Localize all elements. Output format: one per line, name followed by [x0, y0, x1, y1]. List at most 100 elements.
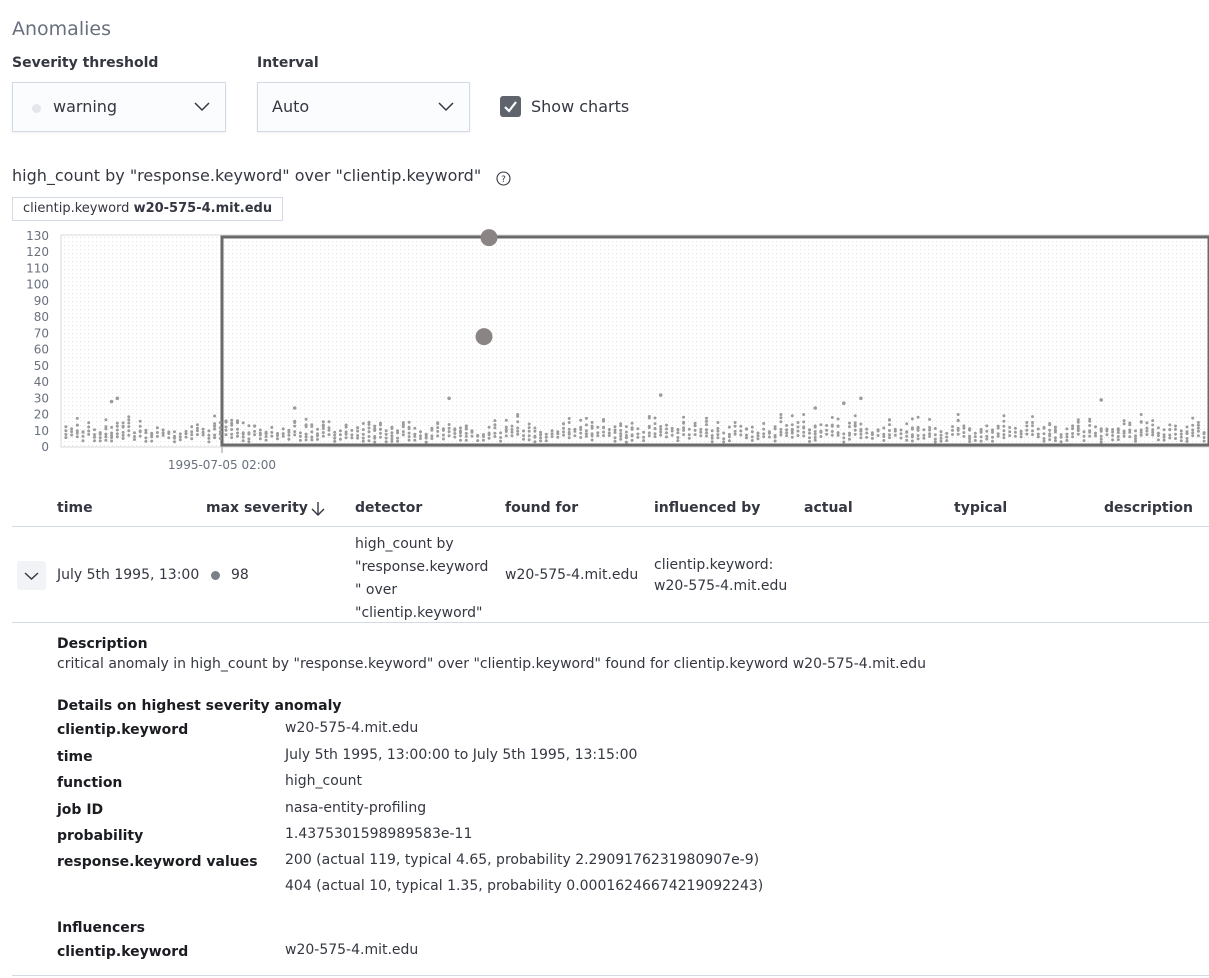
data-point: [785, 424, 789, 427]
show-charts-label[interactable]: Show charts: [531, 97, 629, 116]
data-point: [550, 429, 554, 433]
data-point: [1076, 418, 1080, 422]
data-point: [253, 433, 257, 437]
column-header-found-for[interactable]: found for: [505, 500, 578, 516]
data-point: [195, 433, 199, 437]
data-point: [665, 423, 668, 427]
data-point: [1048, 428, 1052, 432]
column-header-max-severity[interactable]: max severity: [206, 500, 308, 516]
data-point: [1134, 434, 1137, 438]
data-point: [1168, 436, 1172, 440]
data-point: [390, 431, 394, 435]
data-point: [813, 436, 817, 439]
data-point: [379, 431, 382, 435]
column-header-actual[interactable]: actual: [804, 500, 853, 516]
data-point: [1202, 436, 1206, 439]
data-point: [293, 433, 297, 437]
data-point: [413, 438, 417, 442]
data-point: [607, 434, 611, 437]
data-point: [619, 422, 623, 426]
data-point: [825, 428, 829, 432]
data-point: [533, 429, 537, 433]
column-header-influenced-by[interactable]: influenced by: [654, 500, 760, 516]
data-point: [207, 433, 211, 437]
data-point: [573, 434, 577, 438]
column-header-description[interactable]: description: [1104, 500, 1193, 516]
data-point: [1116, 435, 1120, 438]
data-point: [876, 428, 880, 432]
data-point: [207, 440, 211, 444]
data-point: [321, 420, 325, 424]
data-point: [705, 431, 708, 435]
outlier-point: [109, 399, 114, 404]
data-point: [762, 432, 766, 436]
data-point: [785, 428, 789, 432]
data-point: [562, 433, 565, 437]
data-point: [802, 434, 806, 438]
help-icon[interactable]: ?: [496, 171, 511, 186]
data-point: [762, 422, 766, 425]
data-point: [1105, 433, 1109, 437]
interval-select[interactable]: Auto: [257, 82, 470, 132]
data-point: [1002, 436, 1006, 440]
data-point: [93, 428, 96, 432]
data-point: [1151, 430, 1155, 434]
data-point: [459, 429, 462, 433]
data-point: [70, 433, 74, 437]
data-point: [436, 422, 440, 426]
data-point: [1065, 427, 1069, 431]
data-point: [338, 433, 342, 437]
data-point: [396, 429, 400, 433]
data-point: [916, 437, 920, 441]
data-point: [779, 413, 783, 416]
data-point: [1134, 429, 1137, 433]
column-header-detector[interactable]: detector: [355, 500, 422, 516]
column-header-time[interactable]: time: [57, 500, 93, 516]
data-point: [293, 430, 297, 434]
column-header-typical[interactable]: typical: [954, 500, 1007, 516]
data-point: [756, 434, 760, 438]
data-point: [905, 434, 909, 438]
outlier-point: [292, 406, 297, 410]
data-point: [870, 431, 874, 435]
chart-plot-area: [60, 234, 1209, 448]
data-point: [350, 436, 354, 440]
sort-down-icon[interactable]: [309, 500, 327, 518]
detail-key: clientip.keyword: [57, 722, 189, 738]
data-point: [808, 436, 811, 440]
data-point: [459, 426, 462, 430]
data-point: [533, 426, 537, 430]
data-point: [310, 423, 314, 427]
data-point: [653, 422, 657, 426]
data-point: [93, 433, 96, 437]
data-point: [699, 434, 703, 438]
data-point: [287, 428, 291, 432]
data-point: [1065, 435, 1069, 439]
data-point: [933, 427, 937, 430]
data-point: [1019, 435, 1023, 439]
data-point: [98, 436, 102, 440]
data-point: [1139, 413, 1143, 416]
data-point: [64, 436, 68, 440]
outlier-point: [447, 396, 451, 401]
expand-row-button[interactable]: [17, 561, 46, 590]
detail-value: 200 (actual 119, typical 4.65, probabili…: [285, 852, 760, 868]
data-point: [167, 430, 171, 434]
y-tick-label: 110: [26, 261, 49, 275]
data-point: [1025, 428, 1029, 432]
data-point: [1145, 426, 1149, 430]
table-header-divider: [12, 526, 1209, 527]
data-point: [1036, 435, 1040, 439]
data-point: [567, 430, 571, 434]
data-point: [991, 428, 994, 432]
data-point: [127, 425, 131, 429]
data-point: [699, 427, 703, 431]
data-point: [1042, 426, 1046, 430]
severity-threshold-select[interactable]: warning: [12, 82, 226, 132]
data-point: [996, 432, 1000, 436]
data-point: [985, 437, 989, 441]
show-charts-checkbox[interactable]: [500, 96, 521, 117]
data-point: [1116, 427, 1120, 431]
data-point: [419, 434, 422, 438]
data-point: [527, 438, 531, 442]
